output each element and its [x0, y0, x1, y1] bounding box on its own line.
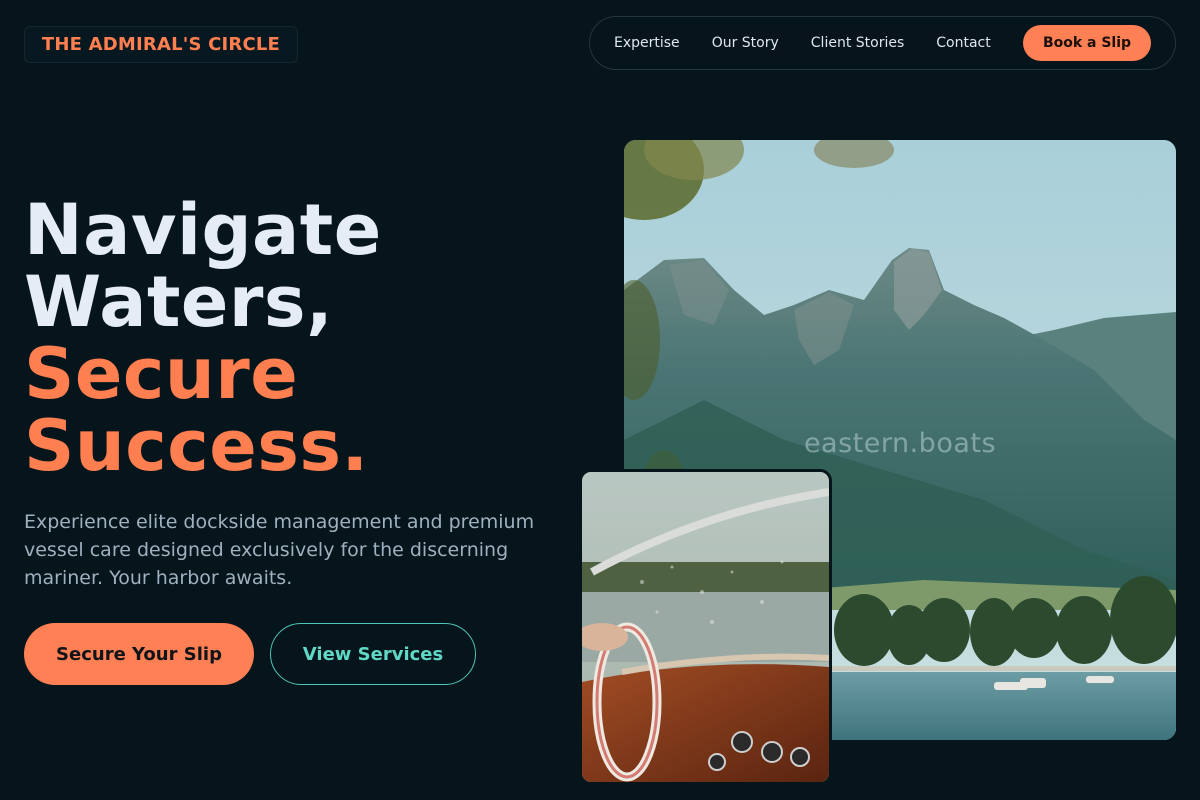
hero-headline: Navigate Waters, Secure Success.	[24, 194, 382, 482]
headline-line-4: Success.	[24, 405, 369, 487]
nav-link-expertise[interactable]: Expertise	[614, 35, 680, 51]
top-navigation: Expertise Our Story Client Stories Conta…	[589, 16, 1176, 70]
headline-line-3: Secure	[24, 333, 299, 415]
headline-line-1: Navigate	[24, 189, 382, 271]
image-watermark: eastern.boats	[803, 428, 997, 459]
brand-logo-text: THE ADMIRAL'S CIRCLE	[41, 34, 281, 55]
view-services-button[interactable]: View Services	[270, 623, 476, 685]
nav-link-contact[interactable]: Contact	[936, 35, 990, 51]
landing-page: THE ADMIRAL'S CIRCLE Expertise Our Story…	[0, 0, 1200, 800]
secure-slip-button[interactable]: Secure Your Slip	[24, 623, 254, 685]
brand-logo[interactable]: THE ADMIRAL'S CIRCLE	[24, 26, 298, 63]
nav-link-our-story[interactable]: Our Story	[712, 35, 779, 51]
book-slip-button[interactable]: Book a Slip	[1023, 25, 1151, 61]
nav-link-client-stories[interactable]: Client Stories	[811, 35, 904, 51]
hero-subcopy: Experience elite dockside management and…	[24, 511, 535, 589]
book-slip-button-label: Book a Slip	[1042, 35, 1132, 51]
secure-slip-button-label: Secure Your Slip	[56, 643, 222, 665]
boat-steering-wheel-photo	[579, 469, 832, 785]
view-services-button-label: View Services	[302, 643, 444, 665]
headline-line-2: Waters,	[24, 261, 334, 343]
boat-wheel-illustration	[582, 472, 829, 782]
